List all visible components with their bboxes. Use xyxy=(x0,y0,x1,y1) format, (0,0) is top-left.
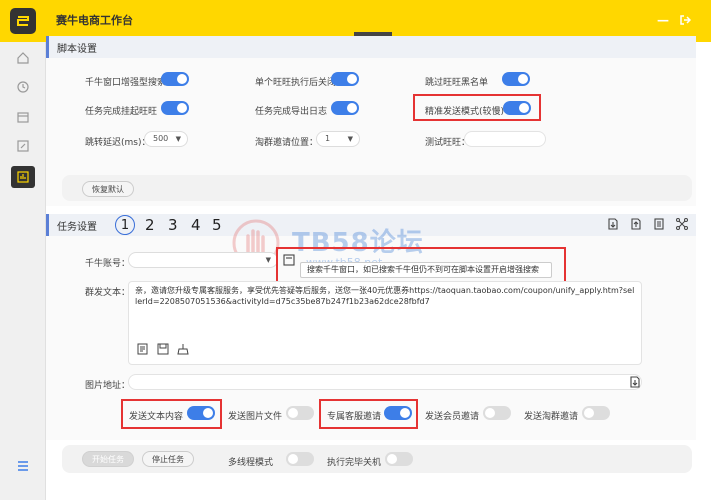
sidebar xyxy=(0,0,46,500)
clock-icon[interactable] xyxy=(13,77,33,97)
multi-process-toggle[interactable] xyxy=(286,452,314,466)
send-image-toggle[interactable] xyxy=(286,406,314,420)
reset-bar xyxy=(62,175,692,201)
jump-delay-label: 跳转延迟(ms)： xyxy=(85,138,151,148)
group-text-content: 亲，邀请您升级专属客服服务，享受优先答疑等后服务，送您一张40元优惠券https… xyxy=(135,286,635,306)
enhanced-search-label: 千牛窗口增强型搜索 xyxy=(85,78,167,88)
group-text-label: 群发文本： xyxy=(85,288,131,298)
test-ww-input[interactable] xyxy=(464,131,546,147)
highlight-box xyxy=(276,247,566,283)
qianniu-account-label: 千牛账号： xyxy=(85,259,131,269)
taoqun-invite-toggle[interactable] xyxy=(582,406,610,420)
multi-process-label: 多线程模式 xyxy=(228,458,274,468)
task-settings-title: 任务设置 xyxy=(57,221,97,233)
browse-file-icon[interactable] xyxy=(628,375,642,389)
chevron-down-icon: ▼ xyxy=(347,135,353,143)
app-title: 赛牛电商工作台 xyxy=(56,14,133,27)
group-text-textarea[interactable]: 亲，邀请您升级专属客服服务，享受优先答疑等后服务，送您一张40元优惠券https… xyxy=(128,281,642,365)
save-icon[interactable] xyxy=(157,343,169,358)
stop-task-button[interactable]: 停止任务 xyxy=(142,451,194,467)
start-task-button[interactable]: 开始任务 xyxy=(82,451,134,467)
reset-default-button[interactable]: 恢复默认 xyxy=(82,181,134,197)
chevron-down-icon: ▼ xyxy=(175,135,181,143)
jump-delay-select[interactable]: 500 ▼ xyxy=(144,131,188,147)
image-path-label: 图片地址： xyxy=(85,381,131,391)
member-invite-label: 发送会员邀请 xyxy=(425,412,480,422)
export-log-label: 任务完成导出日志 xyxy=(255,107,328,117)
exit-icon[interactable] xyxy=(678,13,692,27)
network-icon[interactable] xyxy=(675,217,689,231)
report-icon[interactable] xyxy=(11,166,35,188)
taoqun-invite-label: 发送淘群邀请 xyxy=(524,412,579,422)
enhanced-search-toggle[interactable] xyxy=(161,72,189,86)
suspend-on-done-label: 任务完成挂起旺旺 xyxy=(85,107,158,117)
image-path-input[interactable] xyxy=(128,374,642,390)
task-tab-1[interactable]: 1 xyxy=(115,215,135,235)
taoqun-position-select[interactable]: 1 ▼ xyxy=(316,131,360,147)
clear-icon[interactable] xyxy=(177,343,189,358)
document-icon[interactable] xyxy=(652,217,666,231)
chevron-down-icon: ▼ xyxy=(265,256,271,264)
suspend-on-done-toggle[interactable] xyxy=(161,101,189,115)
task-tab-4[interactable]: 4 xyxy=(191,216,201,234)
task-tab-3[interactable]: 3 xyxy=(168,216,178,234)
highlight-box xyxy=(121,399,222,429)
task-tab-2[interactable]: 2 xyxy=(145,216,155,234)
calendar-icon[interactable] xyxy=(13,107,33,127)
jump-delay-value: 500 xyxy=(153,134,169,143)
skip-blacklist-label: 跳过旺旺黑名单 xyxy=(425,78,489,88)
task-settings-header: 任务设置 xyxy=(46,214,696,236)
script-settings-header: 脚本设置 xyxy=(46,36,696,58)
member-invite-toggle[interactable] xyxy=(483,406,511,420)
menu-icon[interactable] xyxy=(13,456,33,476)
insert-variable-icon[interactable] xyxy=(137,343,149,358)
task-tab-5[interactable]: 5 xyxy=(212,216,222,234)
close-after-single-label: 单个旺旺执行后关闭 xyxy=(255,78,337,88)
taoqun-position-value: 1 xyxy=(325,134,331,143)
import-icon[interactable] xyxy=(606,217,620,231)
highlight-box xyxy=(413,94,541,121)
close-after-single-toggle[interactable] xyxy=(331,72,359,86)
script-settings-title: 脚本设置 xyxy=(57,43,97,55)
edit-icon[interactable] xyxy=(13,136,33,156)
skip-blacklist-toggle[interactable] xyxy=(502,72,530,86)
minimize-button[interactable]: — xyxy=(656,13,670,27)
logo-icon xyxy=(10,8,36,34)
export-log-toggle[interactable] xyxy=(331,101,359,115)
home-icon[interactable] xyxy=(13,48,33,68)
export-icon[interactable] xyxy=(629,217,643,231)
send-image-label: 发送图片文件 xyxy=(228,412,283,422)
qianniu-account-select[interactable]: ▼ xyxy=(128,252,278,268)
shutdown-toggle[interactable] xyxy=(385,452,413,466)
app-logo xyxy=(0,0,46,42)
taoqun-position-label: 淘群邀请位置： xyxy=(255,138,319,148)
shutdown-label: 执行完毕关机 xyxy=(327,458,382,468)
highlight-box xyxy=(319,399,418,429)
